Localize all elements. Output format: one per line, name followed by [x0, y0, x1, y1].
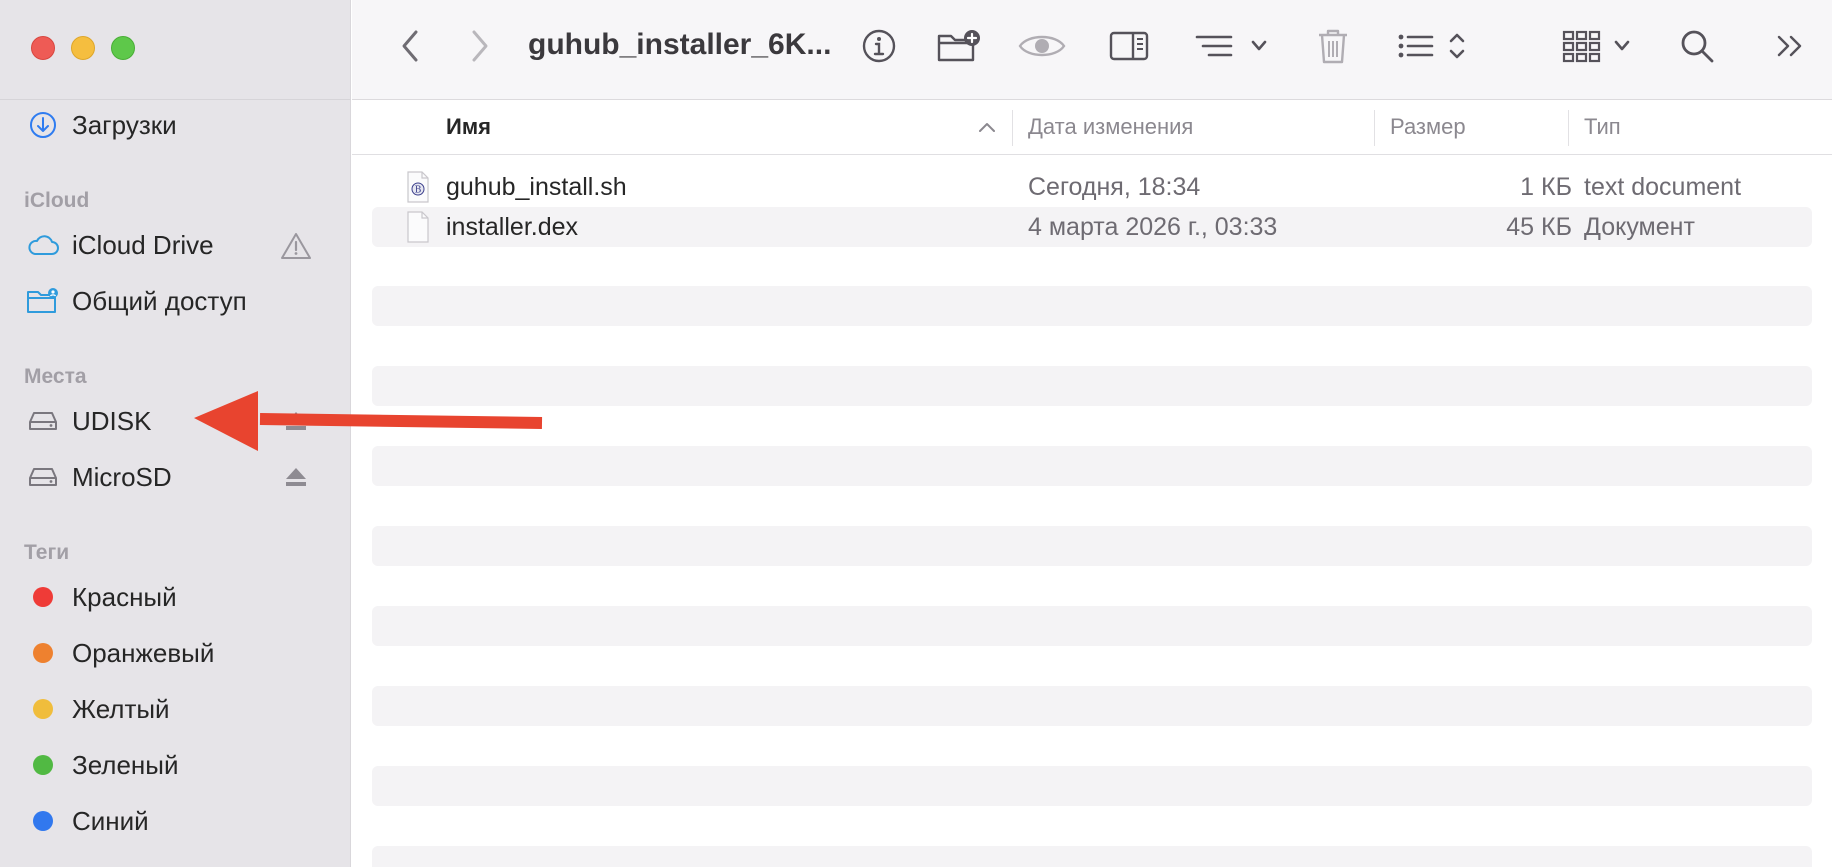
new-folder-button[interactable] — [934, 22, 984, 74]
sidebar-tag-orange[interactable]: Оранжевый — [26, 633, 214, 673]
tag-dot-icon — [26, 636, 60, 670]
shared-folder-icon — [26, 284, 60, 318]
sidebar-item-label: Синий — [72, 805, 149, 836]
tag-dot-icon — [26, 692, 60, 726]
sidebar-tag-blue[interactable]: Синий — [26, 801, 149, 841]
sidebar-section-places: Места — [24, 365, 87, 388]
sidebar-item-downloads[interactable]: Загрузки — [26, 105, 177, 145]
sidebar-divider — [0, 99, 351, 100]
svg-text:B: B — [415, 186, 422, 196]
sidebar-item-label: Зеленый — [72, 749, 179, 780]
drive-icon — [26, 404, 60, 438]
sidebar-item-label: Загрузки — [72, 109, 177, 140]
sidebar-item-label: Оранжевый — [72, 637, 215, 668]
column-date[interactable]: Дата изменения — [1028, 114, 1193, 140]
file-list: B guhub_install.sh Сегодня, 18:34 1 КБ t… — [372, 167, 1812, 247]
quick-look-button[interactable] — [1016, 22, 1068, 74]
empty-row-stripe — [372, 606, 1812, 646]
warning-icon[interactable] — [280, 232, 312, 265]
download-icon — [26, 108, 60, 142]
column-header: Имя Дата изменения Размер Тип — [352, 100, 1832, 155]
sidebar-item-udisk[interactable]: UDISK — [26, 401, 151, 441]
sidebar-tag-green[interactable]: Зеленый — [26, 745, 179, 785]
file-size: 1 КБ — [1520, 173, 1572, 201]
preview-pane-button[interactable] — [1106, 22, 1152, 74]
column-name[interactable]: Имя — [446, 114, 491, 140]
more-toolbar-button[interactable] — [1770, 22, 1810, 74]
empty-row-stripe — [372, 766, 1812, 806]
sort-ascending-icon[interactable] — [978, 120, 996, 138]
chevron-right-icon — [470, 29, 490, 68]
column-separator[interactable] — [1012, 110, 1013, 146]
file-size: 45 КБ — [1506, 213, 1572, 241]
trash-button[interactable] — [1310, 22, 1356, 74]
file-date: 4 марта 2026 г., 03:33 — [1028, 213, 1278, 241]
file-name: guhub_install.sh — [446, 173, 627, 201]
shell-script-icon: B — [406, 171, 430, 210]
empty-row-stripe — [372, 446, 1812, 486]
sidebar-item-shared[interactable]: Общий доступ — [26, 281, 247, 321]
column-kind[interactable]: Тип — [1584, 114, 1621, 140]
info-icon — [861, 28, 897, 69]
sidebar-item-label: Красный — [72, 581, 177, 612]
search-icon — [1679, 28, 1715, 69]
column-separator[interactable] — [1568, 110, 1569, 146]
zoom-button[interactable] — [111, 36, 135, 60]
file-row[interactable]: installer.dex 4 марта 2026 г., 03:33 45 … — [372, 207, 1812, 247]
chevron-left-icon — [400, 29, 420, 68]
tag-dot-icon — [26, 748, 60, 782]
back-button[interactable] — [390, 22, 430, 74]
sidebar-item-label: iCloud Drive — [72, 229, 214, 260]
sidebar-item-microsd[interactable]: MicroSD — [26, 457, 172, 497]
annotation-arrow-icon — [190, 388, 546, 459]
file-kind: Документ — [1584, 213, 1695, 241]
list-sort-icon — [1396, 29, 1470, 68]
column-size[interactable]: Размер — [1390, 114, 1466, 140]
column-separator[interactable] — [1374, 110, 1375, 146]
info-button[interactable] — [856, 22, 902, 74]
empty-row-stripe — [372, 686, 1812, 726]
view-options-button[interactable] — [1560, 22, 1636, 74]
empty-row-stripe — [372, 846, 1812, 867]
empty-row-stripe — [372, 526, 1812, 566]
empty-row-stripe — [372, 286, 1812, 326]
sort-button[interactable] — [1394, 22, 1472, 74]
sidebar-item-icloud-drive[interactable]: iCloud Drive — [26, 225, 214, 265]
sidebar-tag-yellow[interactable]: Желтый — [26, 689, 170, 729]
file-row[interactable]: B guhub_install.sh Сегодня, 18:34 1 КБ t… — [372, 167, 1812, 207]
sidebar-item-label: Общий доступ — [72, 285, 247, 316]
window-title: guhub_installer_6K... — [528, 28, 832, 61]
group-by-button[interactable] — [1190, 22, 1272, 74]
cloud-icon — [26, 228, 60, 262]
minimize-button[interactable] — [71, 36, 95, 60]
close-button[interactable] — [31, 36, 55, 60]
file-kind: text document — [1584, 173, 1742, 201]
double-chevron-right-icon — [1776, 32, 1804, 65]
empty-row-stripe — [372, 366, 1812, 406]
toolbar: guhub_installer_6K... — [352, 0, 1832, 100]
sidebar-item-label: Желтый — [72, 693, 170, 724]
trash-icon — [1316, 27, 1350, 70]
eject-icon[interactable] — [284, 466, 308, 488]
sidebar-item-label: MicroSD — [72, 461, 172, 492]
forward-button[interactable] — [460, 22, 500, 74]
sidebar-section-icloud: iCloud — [24, 189, 90, 212]
sidebar-right-icon — [1109, 30, 1149, 67]
blank-document-icon — [406, 211, 430, 250]
tag-dot-icon — [26, 580, 60, 614]
sidebar-section-tags: Теги — [24, 541, 70, 564]
new-folder-icon — [936, 28, 982, 69]
tag-dot-icon — [26, 804, 60, 838]
drive-icon — [26, 460, 60, 494]
group-list-icon — [1193, 31, 1269, 66]
sidebar-item-label: UDISK — [72, 405, 152, 436]
window-controls — [31, 36, 135, 60]
grid-view-icon — [1562, 29, 1634, 68]
file-date: Сегодня, 18:34 — [1028, 173, 1201, 201]
search-button[interactable] — [1674, 22, 1720, 74]
file-name: installer.dex — [446, 213, 579, 241]
eye-icon — [1018, 31, 1066, 66]
sidebar-tag-red[interactable]: Красный — [26, 577, 177, 617]
